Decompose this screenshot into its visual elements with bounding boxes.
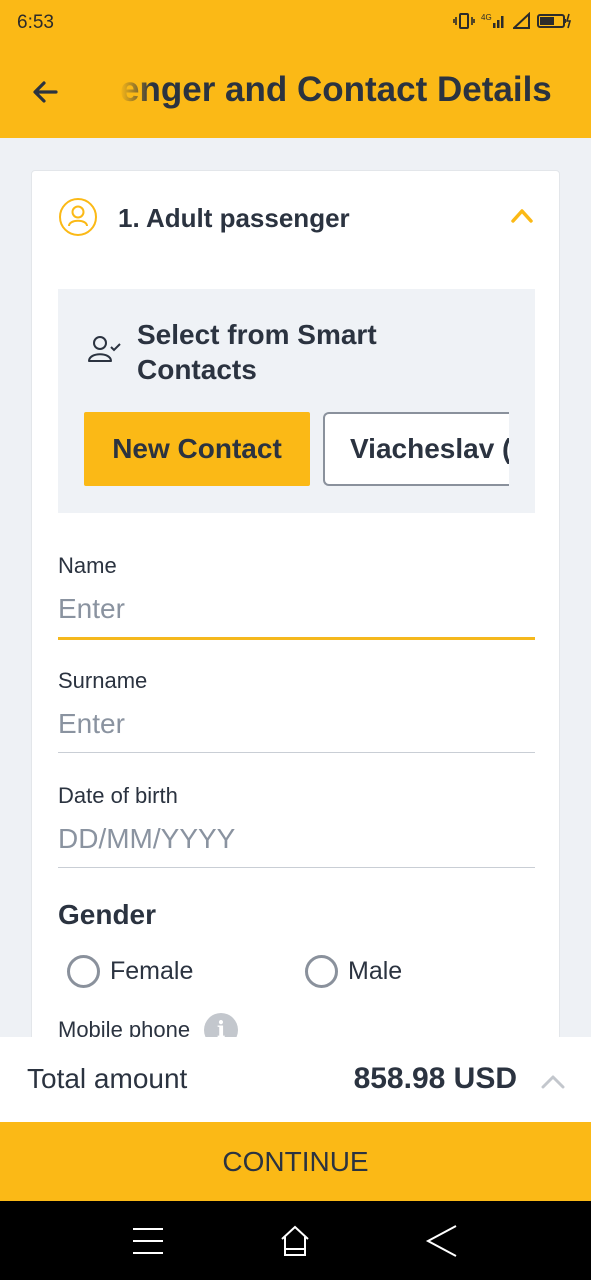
- battery-icon: [537, 13, 572, 29]
- vibrate-icon: [453, 13, 475, 29]
- dob-field: Date of birth DD/MM/YYYY: [58, 783, 535, 868]
- total-label: Total amount: [27, 1063, 188, 1094]
- person-check-icon: [88, 336, 121, 362]
- gender-female-radio[interactable]: Female: [67, 955, 193, 988]
- chevron-up-icon[interactable]: [541, 1073, 565, 1089]
- svg-text:4G: 4G: [481, 13, 492, 22]
- arrow-left-icon[interactable]: [26, 72, 66, 112]
- name-input[interactable]: Enter: [58, 593, 535, 640]
- surname-input[interactable]: Enter: [58, 708, 535, 753]
- user-circle-icon: [59, 198, 97, 236]
- female-label: Female: [110, 957, 194, 985]
- saved-contact-button[interactable]: Viacheslav (: [323, 412, 509, 486]
- continue-button[interactable]: CONTINUE: [0, 1122, 591, 1201]
- menu-icon[interactable]: [131, 1223, 165, 1259]
- dob-input[interactable]: DD/MM/YYYY: [58, 823, 535, 868]
- total-value: 858.98 USD: [353, 1062, 517, 1095]
- total-amount-bar[interactable]: Total amount 858.98 USD: [0, 1037, 591, 1122]
- smart-contacts-title: Select from Smart Contacts: [137, 319, 377, 385]
- male-label: Male: [348, 957, 403, 985]
- status-bar: 6:53 4G: [0, 0, 591, 46]
- chevron-up-icon[interactable]: [511, 207, 533, 223]
- gender-male-radio[interactable]: Male: [305, 955, 402, 988]
- system-nav-bar: [0, 1201, 591, 1280]
- page-title: enger and Contact Details: [120, 70, 552, 109]
- radio-circle-icon[interactable]: [67, 955, 100, 988]
- signal-4g-icon: 4G: [481, 13, 504, 28]
- new-contact-button[interactable]: New Contact: [84, 412, 310, 486]
- signal-icon: [513, 12, 530, 29]
- smart-contacts-panel: Select from Smart Contacts New Contact V…: [58, 289, 535, 513]
- name-label: Name: [58, 553, 117, 578]
- passenger-header[interactable]: 1. Adult passenger: [32, 171, 561, 263]
- status-icons: 4G: [453, 12, 573, 30]
- surname-field: Surname Enter: [58, 668, 535, 753]
- radio-circle-icon[interactable]: [305, 955, 338, 988]
- app-bar: enger and Contact Details: [0, 46, 591, 138]
- status-time: 6:53: [17, 12, 54, 33]
- passenger-title: 1. Adult passenger: [118, 203, 350, 233]
- surname-label: Surname: [58, 668, 148, 693]
- gender-title: Gender: [58, 899, 157, 930]
- passenger-card: 1. Adult passenger Select from Smart Con…: [31, 170, 560, 1050]
- home-icon[interactable]: [278, 1223, 312, 1259]
- name-field: Name Enter: [58, 553, 535, 640]
- dob-label: Date of birth: [58, 783, 178, 808]
- title-fade: [112, 46, 152, 138]
- back-icon[interactable]: [424, 1223, 460, 1259]
